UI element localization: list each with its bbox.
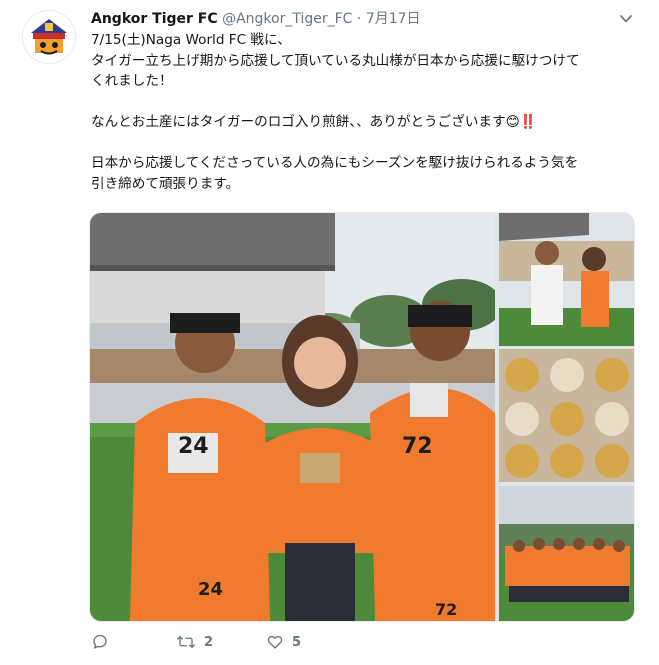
tweet-line: タイガー立ち上げ期から応援して頂いている丸山様が日本から応援に駆けつけて — [91, 52, 580, 69]
photo-main[interactable]: 24 72 24 72 — [90, 213, 495, 621]
photo-side-3[interactable] — [499, 486, 634, 621]
retweet-button[interactable]: 2 — [176, 630, 213, 654]
tweet-line: 日本から応援してくださっている人の為にもシーズンを駆け抜けられるよう気を — [91, 155, 579, 171]
jersey-number: 72 — [402, 434, 433, 459]
like-count: 5 — [292, 634, 302, 650]
photo-side-2[interactable] — [499, 349, 634, 482]
tweet-line: なんとお土産にはタイガーのロゴ入り煎餅、、ありがとうございます😊‼️ — [91, 114, 537, 130]
retweet-icon — [176, 633, 196, 651]
tweet-text: 7/15(土)Naga World FC 戦に、 タイガー立ち上げ期から応援して… — [91, 30, 636, 194]
tweet-card: Angkor Tiger FC @Angkor_Tiger_FC · 7月17日… — [0, 0, 659, 665]
tweet-line: くれました！ — [91, 73, 173, 89]
avatar[interactable] — [22, 10, 76, 64]
tweet-line-blank — [91, 92, 636, 113]
reply-button[interactable] — [91, 630, 117, 654]
like-button[interactable]: 5 — [266, 630, 301, 654]
jersey-number: 72 — [435, 600, 457, 619]
tiger-logo-icon — [23, 11, 75, 63]
user-handle[interactable]: @Angkor_Tiger_FC — [222, 11, 352, 27]
tweet-date[interactable]: 7月17日 — [366, 11, 421, 27]
jersey-number: 24 — [198, 579, 223, 600]
tweet-line: 7/15(土)Naga World FC 戦に、 — [91, 32, 291, 48]
retweet-count: 2 — [204, 634, 214, 650]
separator-dot: · — [356, 11, 362, 27]
heart-icon — [266, 633, 284, 651]
chevron-down-icon[interactable] — [619, 11, 633, 25]
jersey-number: 24 — [178, 434, 209, 459]
tweet-line-blank — [91, 133, 636, 154]
tweet-actions: 2 5 — [91, 630, 391, 654]
tweet-header: Angkor Tiger FC @Angkor_Tiger_FC · 7月17日 — [91, 9, 619, 29]
photo-side-1[interactable] — [499, 213, 634, 346]
display-name[interactable]: Angkor Tiger FC — [91, 11, 218, 27]
tweet-line: 引き締めて頑張ります。 — [91, 175, 240, 192]
reply-icon — [91, 633, 109, 651]
media-grid: 24 72 24 72 — [89, 212, 635, 622]
